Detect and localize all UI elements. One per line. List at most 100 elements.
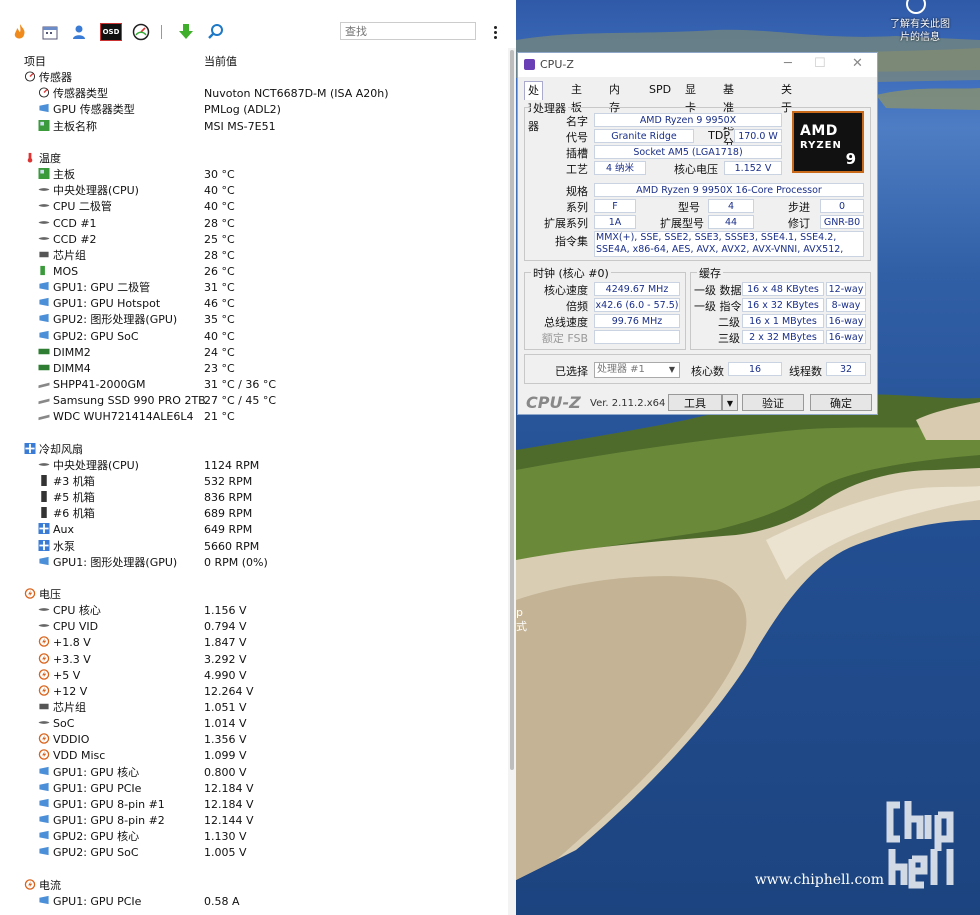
tab-memory[interactable]: 内存: [606, 81, 623, 114]
more-menu-icon[interactable]: [488, 22, 502, 42]
stepping-value: 0: [820, 199, 864, 213]
tab-spd[interactable]: SPD: [646, 81, 674, 99]
sensor-row[interactable]: GPU1: GPU PCIe 0.58 A: [38, 894, 498, 910]
user-icon[interactable]: [70, 22, 90, 42]
tools-dropdown-icon[interactable]: ▼: [722, 394, 738, 411]
l2-label: 二级: [718, 316, 740, 329]
sensor-label: 芯片组: [38, 248, 86, 264]
processor-select[interactable]: 处理器 #1 ▼: [594, 362, 680, 378]
sensor-row[interactable]: GPU 传感器类型 PMLog (ADL2): [38, 102, 498, 118]
sensor-row[interactable]: +3.3 V 3.292 V: [38, 652, 498, 668]
sensor-label-text: CPU 核心: [53, 604, 101, 618]
search-icon[interactable]: [206, 22, 226, 42]
bus-speed-value: 99.76 MHz: [594, 314, 680, 328]
sensor-row[interactable]: #5 机箱 836 RPM: [38, 490, 498, 506]
sensor-row[interactable]: 水泵 5660 RPM: [38, 539, 498, 555]
l3-value: 2 x 32 MBytes: [742, 330, 824, 344]
current-icon: [24, 878, 36, 890]
calendar-icon[interactable]: [40, 22, 60, 42]
close-icon[interactable]: ✕: [852, 56, 863, 71]
core-speed-value: 4249.67 MHz: [594, 282, 680, 296]
sensor-row[interactable]: 中央处理器(CPU) 1124 RPM: [38, 458, 498, 474]
osd-icon[interactable]: OSD: [100, 22, 122, 42]
tab-processor[interactable]: 处理器: [524, 81, 543, 133]
sensor-row[interactable]: GPU2: GPU 核心 1.130 V: [38, 829, 498, 845]
sensor-row[interactable]: VDDIO 1.356 V: [38, 732, 498, 748]
sensor-row[interactable]: SoC 1.014 V: [38, 716, 498, 732]
sensor-row[interactable]: CPU VID 0.794 V: [38, 619, 498, 635]
maximize-icon[interactable]: ☐: [814, 56, 826, 71]
sensor-row-icon: [38, 721, 50, 725]
l1i-way: 8-way: [826, 298, 866, 312]
sensor-row[interactable]: 芯片组 1.051 V: [38, 700, 498, 716]
sensor-group-title: 冷却风扇: [24, 442, 83, 458]
sensor-row[interactable]: MOS 26 °C: [38, 264, 498, 280]
model-value: 4: [708, 199, 754, 213]
sensor-row[interactable]: VDD Misc 1.099 V: [38, 748, 498, 764]
sensor-label: 主板名称: [38, 119, 97, 135]
sensor-row[interactable]: #3 机箱 532 RPM: [38, 474, 498, 490]
sensor-row[interactable]: 主板名称 MSI MS-7E51: [38, 119, 498, 135]
ok-button[interactable]: 确定: [810, 394, 872, 411]
sensor-row[interactable]: CCD #1 28 °C: [38, 216, 498, 232]
sensor-row[interactable]: DIMM2 24 °C: [38, 345, 498, 361]
sensor-row[interactable]: +12 V 12.264 V: [38, 684, 498, 700]
sensor-row[interactable]: GPU1: GPU 8-pin #1 12.184 V: [38, 797, 498, 813]
sensor-row[interactable]: Aux 649 RPM: [38, 522, 498, 538]
tab-mainboard[interactable]: 主板: [568, 81, 585, 114]
tab-bench[interactable]: 基准跑分: [720, 81, 737, 150]
sensor-group-title: 电流: [24, 878, 61, 894]
sensor-row[interactable]: GPU1: GPU 8-pin #2 12.144 V: [38, 813, 498, 829]
minimize-icon[interactable]: ─: [784, 56, 792, 71]
cpuz-titlebar[interactable]: CPU-Z ─ ☐ ✕: [518, 53, 877, 77]
tdp-value: 170.0 W: [734, 129, 782, 143]
sensor-label-text: MOS: [53, 264, 79, 278]
sensor-value: 40 °C: [204, 184, 235, 198]
sensor-row[interactable]: WDC WUH721414ALE6L4 21 °C: [38, 409, 498, 425]
sensor-row[interactable]: #6 机箱 689 RPM: [38, 506, 498, 522]
tab-about[interactable]: 关于: [778, 81, 795, 114]
sensor-row[interactable]: +1.8 V 1.847 V: [38, 635, 498, 651]
download-icon[interactable]: [176, 22, 196, 42]
sensor-row[interactable]: 传感器类型 Nuvoton NCT6687D-M (ISA A20h): [38, 86, 498, 102]
sensor-row[interactable]: GPU1: GPU 二极管 31 °C: [38, 280, 498, 296]
sensor-row[interactable]: GPU1: GPU Hotspot 46 °C: [38, 296, 498, 312]
sensor-list[interactable]: 项目 当前值 传感器 传感器类型 Nuvoton NCT6687D-M (ISA A…: [20, 50, 508, 915]
sensor-row[interactable]: Samsung SSD 990 PRO 2TB 27 °C / 45 °C: [38, 393, 498, 409]
process-label: 工艺: [566, 163, 588, 176]
validate-button[interactable]: 验证: [742, 394, 804, 411]
gauge-icon[interactable]: [131, 22, 151, 42]
sensor-row[interactable]: GPU1: GPU 核心 0.800 V: [38, 765, 498, 781]
sensor-row[interactable]: GPU2: 图形处理器(GPU) 35 °C: [38, 312, 498, 328]
sensor-row[interactable]: GPU2: GPU SoC 40 °C: [38, 329, 498, 345]
sensor-row[interactable]: DIMM4 23 °C: [38, 361, 498, 377]
wallpaper-info-text[interactable]: 了解有关此图 片的信息: [890, 18, 950, 44]
sensor-row[interactable]: CCD #2 25 °C: [38, 232, 498, 248]
sensor-label: GPU1: GPU 核心: [38, 765, 139, 781]
sensor-window: OSD 项目 当前值 传感器传感器类型 Nuvoton NCT6687D-M (I…: [0, 0, 516, 915]
sensor-row-icon: [38, 414, 50, 421]
sensor-row[interactable]: GPU2: GPU SoC 1.005 V: [38, 845, 498, 861]
sensor-row[interactable]: +5 V 4.990 V: [38, 668, 498, 684]
column-item-header[interactable]: 项目: [24, 54, 46, 70]
sensor-row[interactable]: GPU1: 图形处理器(GPU) 0 RPM (0%): [38, 555, 498, 571]
sensor-row-icon: [39, 703, 49, 710]
scrollbar-thumb[interactable]: [510, 50, 514, 770]
flame-icon[interactable]: [10, 22, 30, 42]
sensor-row[interactable]: 芯片组 28 °C: [38, 248, 498, 264]
sensor-row[interactable]: 主板 30 °C: [38, 167, 498, 183]
tab-graphics[interactable]: 显卡: [682, 81, 699, 114]
column-value-header[interactable]: 当前值: [204, 54, 237, 70]
sensor-row[interactable]: CPU 二极管 40 °C: [38, 199, 498, 215]
sensor-row[interactable]: CPU 核心 1.156 V: [38, 603, 498, 619]
search-input[interactable]: [340, 22, 476, 40]
sensor-row[interactable]: GPU1: GPU PCIe 12.184 V: [38, 781, 498, 797]
sensor-row-icon: [38, 398, 50, 405]
scrollbar[interactable]: [508, 48, 516, 915]
tools-button[interactable]: 工具: [668, 394, 722, 411]
sensor-row[interactable]: 中央处理器(CPU) 40 °C: [38, 183, 498, 199]
sensor-label-text: +12 V: [53, 684, 88, 698]
sensor-row[interactable]: SHPP41-2000GM 31 °C / 36 °C: [38, 377, 498, 393]
sensor-label-text: SoC: [53, 717, 75, 731]
sensor-value: 30 °C: [204, 168, 235, 182]
